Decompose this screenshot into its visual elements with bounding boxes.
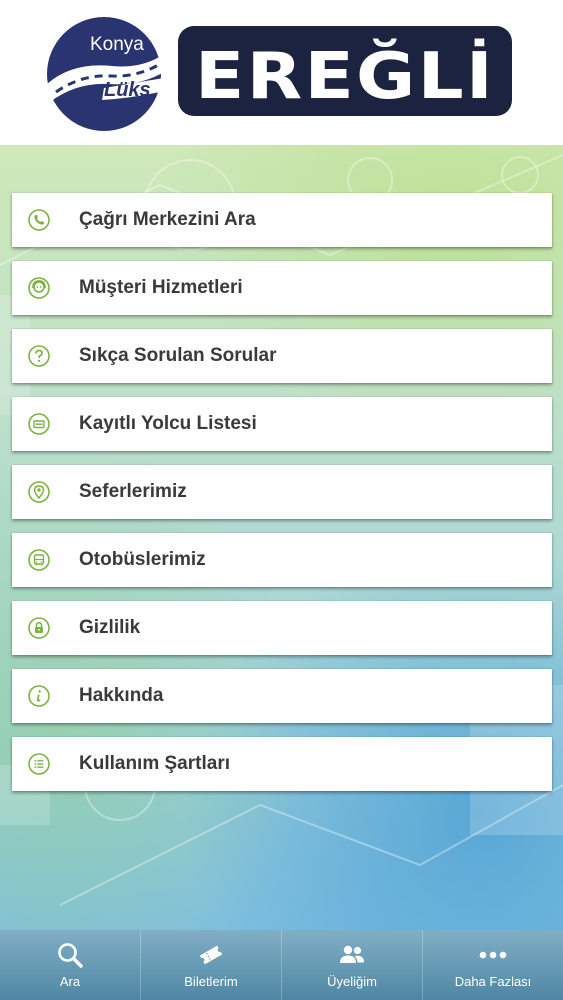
menu-item-routes[interactable]: Seferlerimiz: [12, 465, 552, 519]
more-dots-icon: [479, 951, 507, 959]
list-icon: [28, 753, 50, 775]
tab-label: Üyeliğim: [327, 974, 377, 989]
info-icon: [28, 685, 50, 707]
tab-label: Daha Fazlası: [454, 974, 532, 989]
menu-item-buses[interactable]: Otobüslerimiz: [12, 533, 552, 587]
menu-item-label: Müşteri Hizmetleri: [79, 277, 243, 298]
main-content: Çağrı Merkezini Ara Müşteri Hizmetleri S…: [0, 145, 563, 930]
menu-item-label: Gizlilik: [79, 617, 141, 638]
support-agent-icon: [28, 277, 50, 299]
menu-item-label: Kayıtlı Yolcu Listesi: [79, 413, 257, 434]
menu-item-label: Hakkında: [79, 685, 164, 706]
tab-search[interactable]: Ara: [0, 930, 141, 1000]
menu-item-terms[interactable]: Kullanım Şartları: [12, 737, 552, 791]
ticket-icon: [199, 945, 223, 965]
konya-luks-logo: Konya Lüks: [47, 17, 164, 131]
app-header: Konya Lüks EREĞLİ: [0, 0, 563, 145]
menu-item-about[interactable]: Hakkında: [12, 669, 552, 723]
tab-more[interactable]: Daha Fazlası: [423, 930, 563, 1000]
menu-item-label: Otobüslerimiz: [79, 549, 206, 570]
luks-logo-text: Lüks: [104, 79, 151, 101]
menu-item-label: Sıkça Sorulan Sorular: [79, 345, 277, 366]
menu-item-label: Çağrı Merkezini Ara: [79, 209, 256, 230]
menu-item-label: Seferlerimiz: [79, 481, 187, 502]
id-card-icon: [28, 413, 50, 435]
location-pin-icon: [28, 481, 50, 503]
tab-label: Biletlerim: [184, 974, 238, 989]
menu-item-customer-service[interactable]: Müşteri Hizmetleri: [12, 261, 552, 315]
menu-item-passenger-list[interactable]: Kayıtlı Yolcu Listesi: [12, 397, 552, 451]
tab-tickets[interactable]: Biletlerim: [141, 930, 282, 1000]
phone-icon: [28, 209, 50, 231]
eregli-logo-text: EREĞLİ: [195, 38, 495, 114]
menu-item-label: Kullanım Şartları: [79, 753, 230, 774]
question-icon: [28, 345, 50, 367]
tab-membership[interactable]: Üyeliğim: [282, 930, 423, 1000]
lock-icon: [28, 617, 50, 639]
menu-item-faq[interactable]: Sıkça Sorulan Sorular: [12, 329, 552, 383]
bus-icon: [28, 549, 50, 571]
tab-label: Ara: [59, 974, 81, 989]
konya-logo-text: Konya: [90, 34, 144, 55]
menu-item-privacy[interactable]: Gizlilik: [12, 601, 552, 655]
users-icon: [340, 945, 364, 963]
menu-item-call-center[interactable]: Çağrı Merkezini Ara: [12, 193, 552, 247]
search-icon: [58, 943, 83, 968]
eregli-logo: EREĞLİ: [178, 26, 512, 116]
bottom-tab-bar: Ara Biletlerim Üyeliğim Daha Fazlası: [0, 930, 563, 1000]
